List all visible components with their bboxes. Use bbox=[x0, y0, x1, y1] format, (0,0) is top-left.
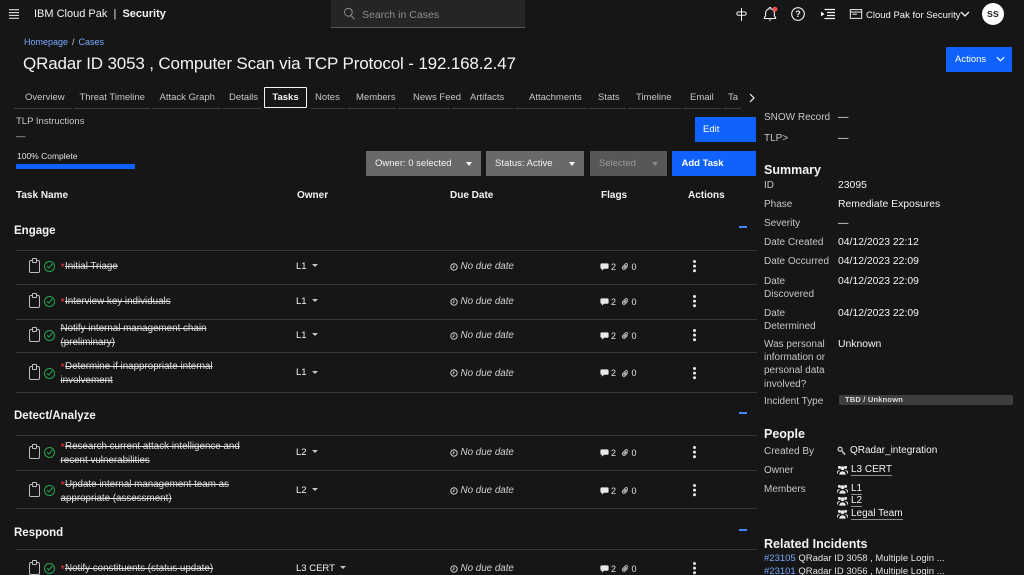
svg-text:?: ? bbox=[795, 9, 801, 19]
